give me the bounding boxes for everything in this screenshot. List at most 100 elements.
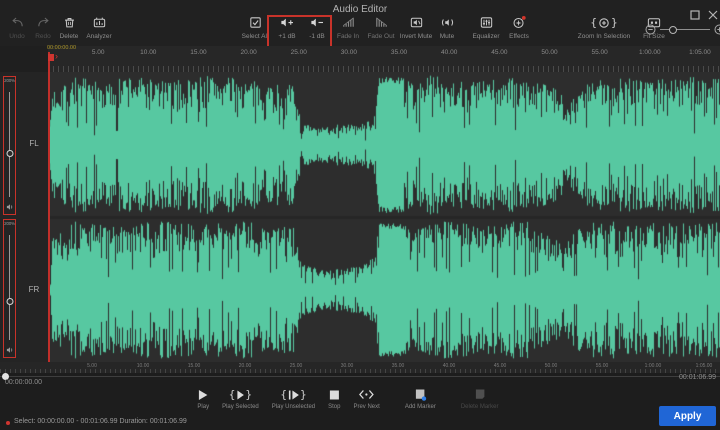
redo-label: Redo	[35, 33, 51, 40]
select-all-label: Select All	[242, 33, 269, 40]
redo-icon	[36, 15, 51, 30]
ruler-tick-label: 15.00	[188, 363, 201, 369]
channel-fr-volume-value: 200%	[4, 221, 15, 226]
zoom-in-selection-button[interactable]: { } Zoom In Selection	[576, 15, 632, 40]
fr-volume-knob[interactable]	[6, 298, 13, 305]
playhead-time-label: 00:00:00.00	[47, 45, 76, 51]
play-selected-icon	[236, 390, 244, 400]
ruler-tick-label: 5.00	[87, 363, 97, 369]
add-marker-button[interactable]: Add Marker	[405, 388, 436, 410]
delete-button[interactable]: Delete	[56, 15, 82, 40]
ruler-tick-label: 50.00	[545, 363, 558, 369]
selection-status-text: Select: 00:00:00.00 - 00:01:06.99 Durati…	[14, 418, 187, 425]
playhead-line[interactable]	[48, 52, 50, 362]
equalizer-label: Equalizer	[472, 33, 499, 40]
add-marker-blue-dot	[422, 396, 426, 400]
ruler-tick-label: 45.00	[494, 363, 507, 369]
ruler-tick-label: 50.00	[541, 49, 557, 56]
ruler-tick-label: 25.00	[290, 363, 303, 369]
fade-out-icon	[374, 15, 389, 30]
transport-bar: Play {} Play Selected {} Play Unselected…	[197, 388, 498, 410]
audio-editor-window: Audio Editor Undo Redo Delete Analyzer	[0, 0, 720, 430]
volume-down-label: -1 dB	[309, 33, 325, 40]
ruler-tick-label: 40.00	[441, 49, 457, 56]
waveform-canvas[interactable]	[48, 72, 720, 362]
stop-icon	[329, 390, 339, 400]
analyzer-button[interactable]: Analyzer	[82, 15, 116, 40]
prev-next-button[interactable]: Prev Next	[353, 388, 379, 410]
play-unselected-icon	[288, 390, 299, 400]
equalizer-icon	[479, 15, 494, 30]
analyzer-label: Analyzer	[86, 33, 111, 40]
top-toolbar: Audio Editor Undo Redo Delete Analyzer	[0, 0, 720, 46]
play-icon	[198, 389, 209, 401]
close-icon	[708, 10, 718, 20]
select-all-icon	[248, 15, 263, 30]
close-button[interactable]	[706, 8, 720, 22]
maximize-button[interactable]	[688, 8, 702, 22]
fade-out-button[interactable]: Fade Out	[364, 15, 398, 40]
invert-mute-button[interactable]: Invert Mute	[398, 15, 434, 40]
stop-label: Stop	[328, 404, 340, 410]
channel-fr-volume-slider[interactable]: 200%	[3, 219, 16, 358]
scrollbar-track[interactable]	[0, 376, 720, 377]
add-marker-icon	[414, 388, 427, 401]
mute-icon	[440, 15, 455, 30]
play-button[interactable]: Play	[197, 388, 209, 410]
ruler-tick-label: 55.00	[596, 363, 609, 369]
select-all-button[interactable]: Select All	[238, 15, 272, 40]
playhead-marker[interactable]	[48, 54, 54, 61]
fl-volume-track[interactable]	[9, 92, 10, 197]
position-time: 00:00:00.00	[5, 379, 42, 386]
channel-fl-label: FL	[24, 139, 44, 148]
play-selected-button[interactable]: {} Play Selected	[222, 388, 259, 410]
ruler-tick-label: 1:05.00	[696, 363, 713, 369]
undo-label: Undo	[9, 33, 25, 40]
mute-button[interactable]: Mute	[434, 15, 460, 40]
fr-volume-track[interactable]	[9, 235, 10, 340]
ruler-tick-label: 20.00	[240, 49, 256, 56]
ruler-tick-label: 1:05.00	[689, 49, 711, 56]
fr-speaker-icon	[6, 346, 14, 354]
play-unselected-button[interactable]: {} Play Unselected	[272, 388, 315, 410]
volume-down-button[interactable]: -1 dB	[302, 15, 332, 40]
ruler-tick-label: 1:00.00	[645, 363, 662, 369]
equalizer-button[interactable]: Equalizer	[468, 15, 504, 40]
overview-ruler[interactable]: 5.0010.0015.0020.0025.0030.0035.0040.004…	[0, 362, 720, 373]
timeline-ruler[interactable]: 5.0010.0015.0020.0025.0030.0035.0040.004…	[48, 46, 720, 72]
window-title: Audio Editor	[0, 4, 720, 15]
delete-marker-button[interactable]: Delete Marker	[461, 388, 499, 410]
invert-mute-label: Invert Mute	[400, 33, 433, 40]
zoom-slider-knob[interactable]	[669, 26, 677, 34]
ruler-tick-label: 30.00	[341, 49, 357, 56]
redo-button[interactable]: Redo	[30, 15, 56, 40]
brace-left: {	[590, 17, 597, 28]
horizontal-scrollbar[interactable]	[0, 373, 720, 381]
fade-in-icon	[341, 15, 356, 30]
prev-next-icon	[359, 389, 375, 400]
zoom-in-icon[interactable]	[714, 24, 720, 35]
channel-fl-volume-slider[interactable]: 200%	[3, 76, 16, 215]
zoom-in-selection-label: Zoom In Selection	[578, 33, 630, 40]
mute-label: Mute	[440, 33, 454, 40]
ruler-corner	[0, 46, 48, 72]
volume-minus-icon	[309, 15, 325, 30]
fl-speaker-icon	[6, 203, 14, 211]
zoom-out-icon[interactable]	[645, 24, 656, 35]
zoom-slider-track[interactable]	[660, 29, 710, 30]
delete-marker-icon	[473, 388, 486, 401]
brace-right: }	[300, 389, 307, 400]
delete-label: Delete	[60, 33, 79, 40]
effects-button[interactable]: Effects	[504, 15, 534, 40]
invert-mute-icon	[409, 15, 424, 30]
ruler-tick-label: 30.00	[341, 363, 354, 369]
stop-button[interactable]: Stop	[328, 388, 340, 410]
fl-volume-knob[interactable]	[6, 150, 13, 157]
volume-up-label: +1 dB	[278, 33, 295, 40]
brace-right: }	[611, 17, 618, 28]
fade-in-button[interactable]: Fade In	[332, 15, 364, 40]
volume-up-button[interactable]: +1 dB	[272, 15, 302, 40]
undo-button[interactable]: Undo	[4, 15, 30, 40]
apply-button[interactable]: Apply	[659, 406, 716, 426]
ruler-tick-label: 35.00	[391, 49, 407, 56]
